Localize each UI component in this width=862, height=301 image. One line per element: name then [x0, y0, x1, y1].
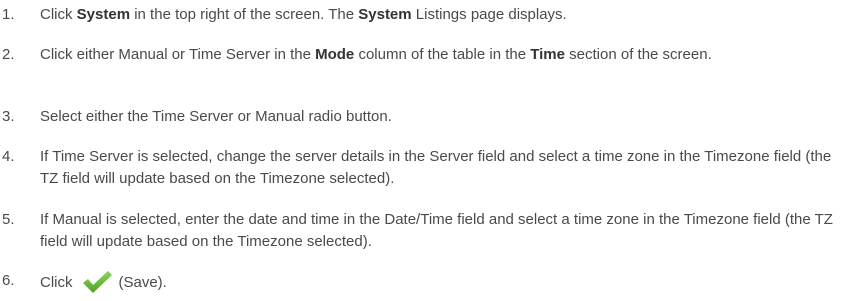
step-text-part: column of the table in the [354, 46, 531, 63]
step-number: 2. [2, 46, 15, 63]
step-text: Click either Manual or Time Server in th… [40, 44, 852, 66]
bold-term-time: Time [530, 46, 565, 63]
step-number: 5. [2, 211, 15, 228]
step-number: 3. [2, 108, 15, 125]
checkmark-save-icon [81, 270, 113, 301]
step-text-part: (Save). [118, 274, 167, 291]
step-text: If Manual is selected, enter the date an… [40, 211, 833, 250]
step-text-part: in the top right of the screen. The [130, 6, 359, 23]
step-text: Select either the Time Server or Manual … [40, 108, 392, 125]
step-text-part: section of the screen. [564, 46, 712, 63]
step-text: Click (Save). [40, 270, 852, 301]
step-text-part: Click [40, 6, 77, 23]
step-text: Click System in the top right of the scr… [40, 4, 852, 26]
bold-term-mode: Mode [315, 46, 355, 63]
step-number: 4. [2, 148, 15, 165]
step-number: 1. [2, 6, 15, 23]
step-text: If Time Server is selected, change the s… [40, 148, 832, 187]
bold-term-system: System [76, 6, 131, 23]
instructions-document: 1. Click System in the top right of the … [0, 0, 862, 300]
step-number: 6. [2, 272, 15, 289]
step-text-part: Click [40, 274, 73, 291]
bold-term-system: System [358, 6, 412, 23]
step-text-part: Listings page displays. [411, 6, 567, 23]
step-text-part: Click either Manual or Time Server in th… [40, 46, 316, 63]
